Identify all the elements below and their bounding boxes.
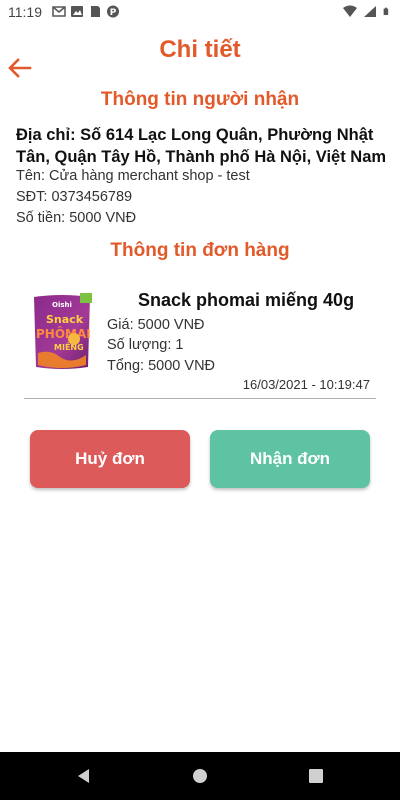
battery-icon: [383, 7, 389, 16]
status-bar: 11:19 P: [0, 0, 400, 24]
signal-icon: [364, 6, 376, 17]
cancel-order-button[interactable]: Huỷ đơn: [30, 430, 190, 488]
sd-card-icon: [91, 6, 100, 17]
product-name: Snack phomai miếng 40g: [138, 290, 355, 310]
notification-icons: P: [52, 5, 120, 18]
accept-order-button[interactable]: Nhận đơn: [210, 430, 370, 488]
product-image: Oishi Snack PHÔMAI MIẾNG: [30, 291, 94, 373]
product-quantity: Số lượng: 1: [107, 337, 184, 353]
image-icon: [71, 6, 83, 17]
gmail-icon: [52, 6, 66, 17]
order-date: 16/03/2021 - 10:19:47: [242, 377, 370, 392]
recipient-amount: Số tiền: 5000 VNĐ: [16, 210, 137, 226]
divider: [24, 398, 376, 399]
nav-back-icon[interactable]: [74, 766, 94, 786]
product-price: Giá: 5000 VNĐ: [107, 317, 205, 333]
wifi-icon: [343, 5, 357, 17]
svg-text:PHÔMAI: PHÔMAI: [36, 326, 91, 341]
recipient-name: Tên: Cửa hàng merchant shop - test: [16, 168, 250, 184]
status-time: 11:19: [8, 4, 42, 20]
nav-home-icon[interactable]: [190, 766, 210, 786]
product-total: Tổng: 5000 VNĐ: [107, 358, 216, 374]
order-section-title: Thông tin đơn hàng: [110, 240, 290, 261]
svg-text:Snack: Snack: [46, 313, 84, 326]
svg-text:P: P: [110, 8, 117, 18]
recipient-phone: SĐT: 0373456789: [16, 189, 133, 205]
nav-recents-icon[interactable]: [306, 766, 326, 786]
page-title: Chi tiết: [159, 36, 241, 63]
recipient-address: Địa chỉ: Số 614 Lạc Long Quân, Phường Nh…: [16, 126, 387, 166]
app-notification-icon: P: [107, 5, 119, 18]
recipient-section-title: Thông tin người nhận: [100, 89, 300, 110]
navigation-bar: [0, 752, 400, 800]
svg-text:Oishi: Oishi: [52, 301, 72, 309]
system-icons: [343, 5, 392, 18]
